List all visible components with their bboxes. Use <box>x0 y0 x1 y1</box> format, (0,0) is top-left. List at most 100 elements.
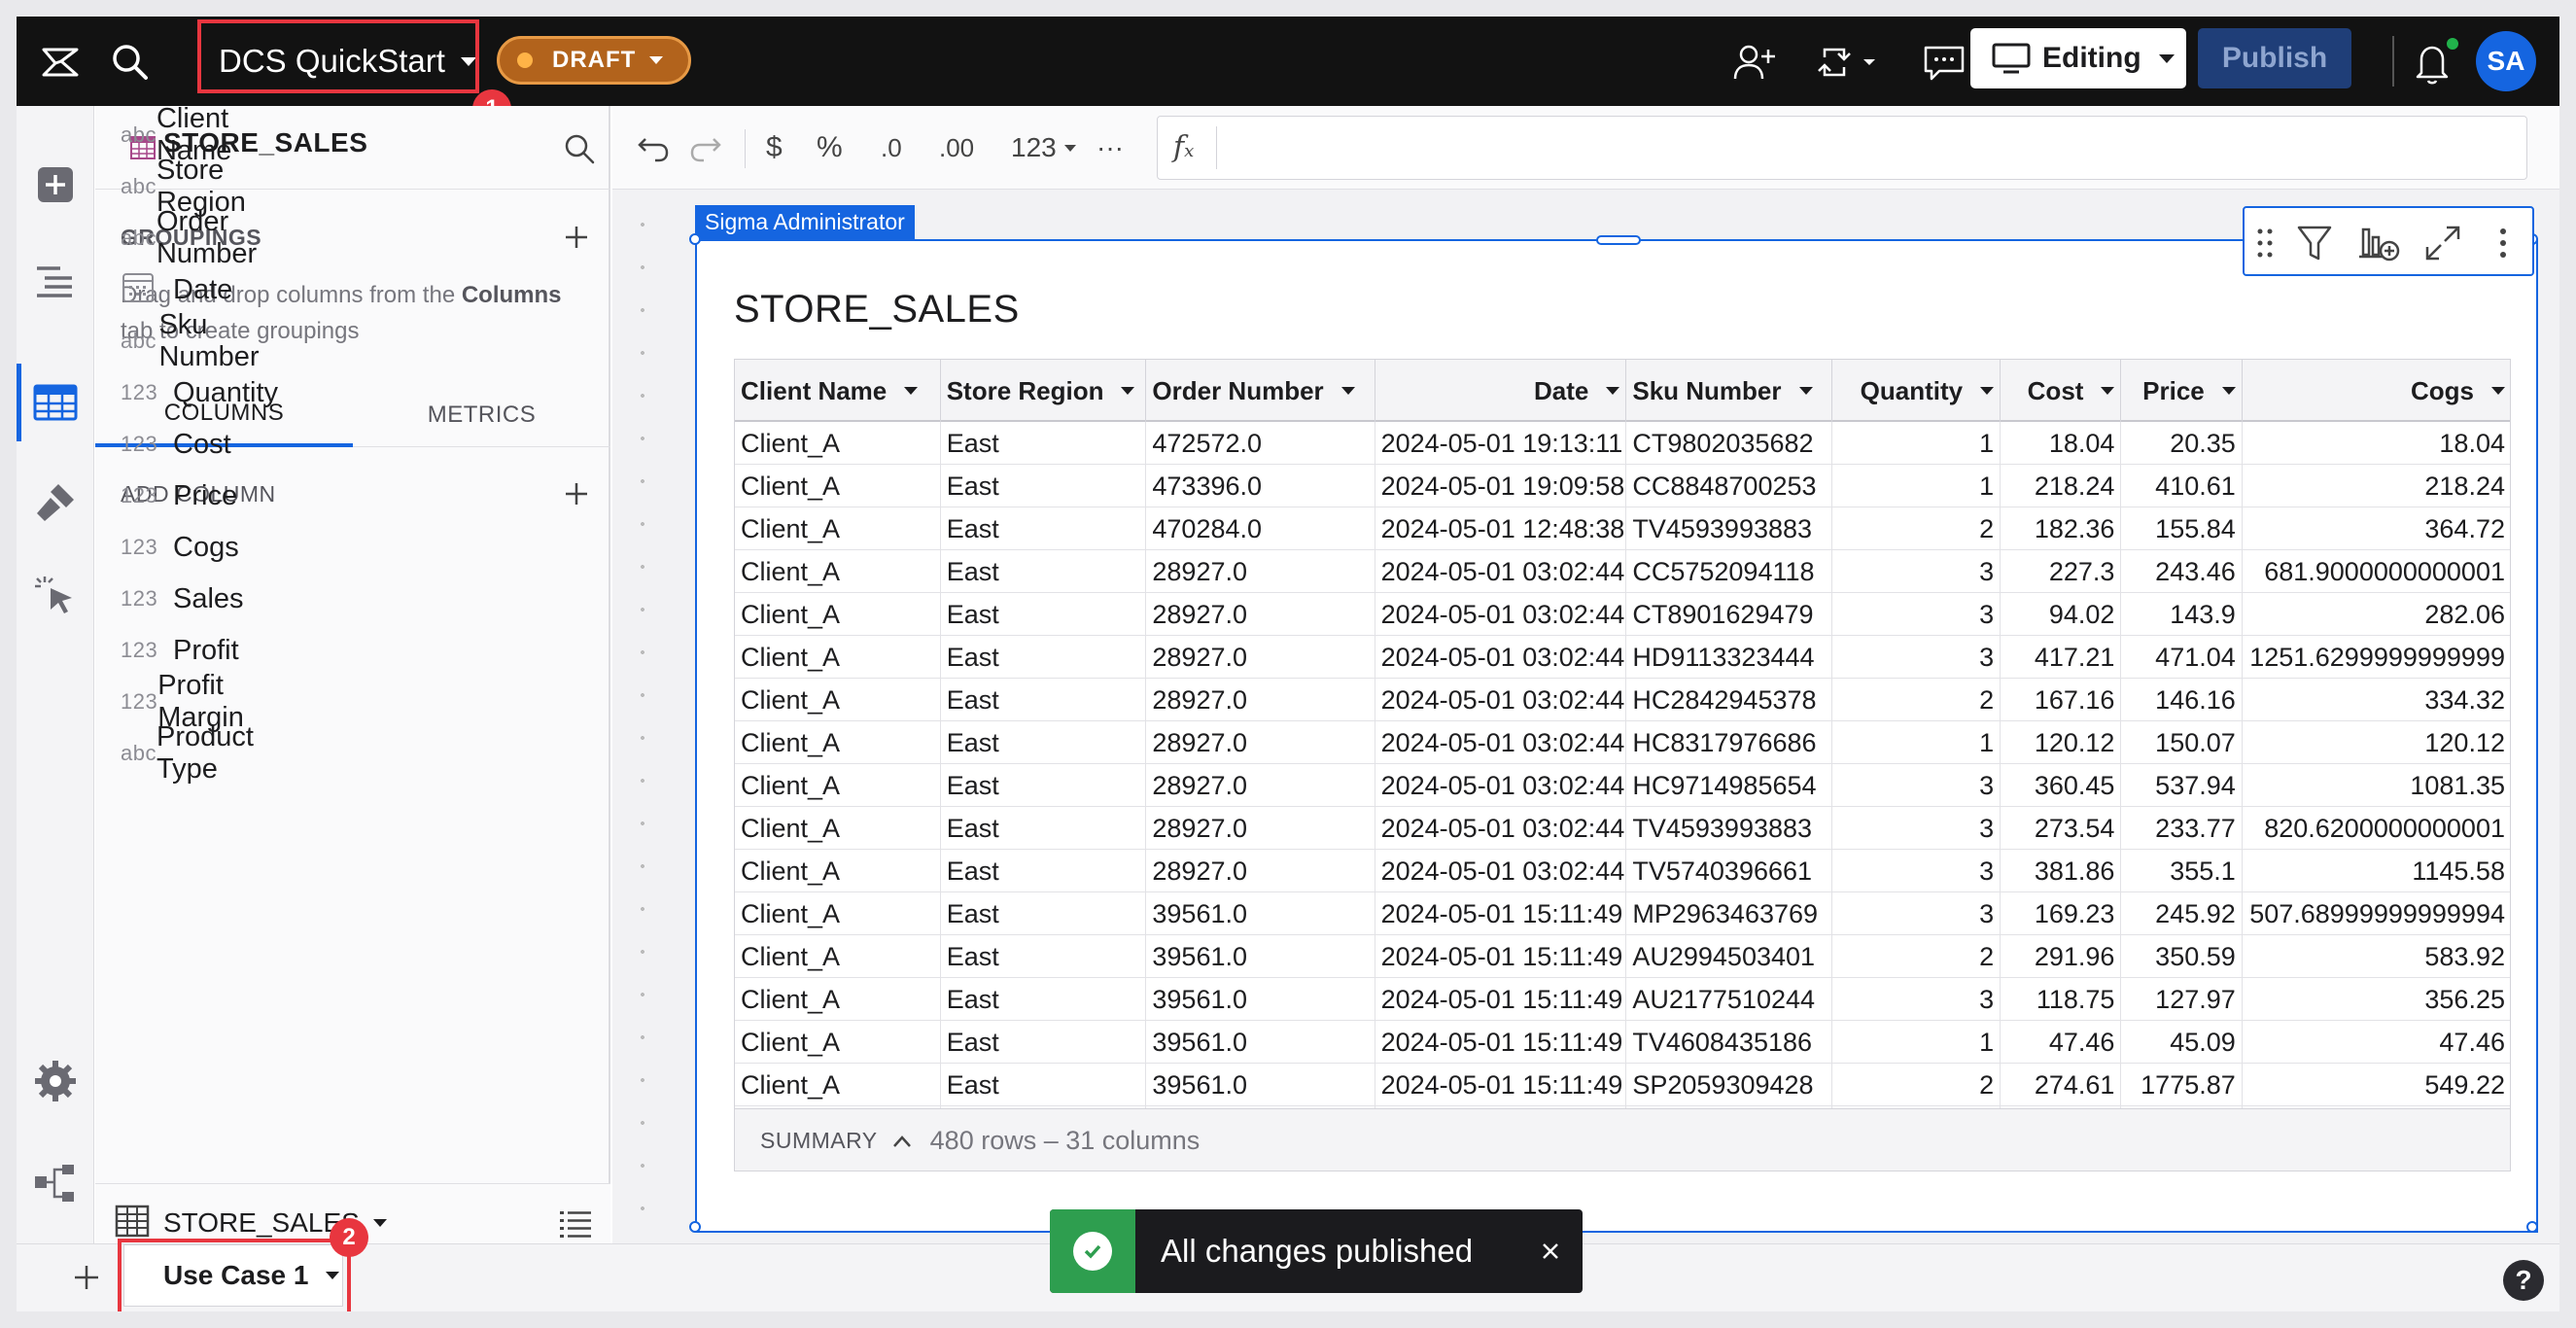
search-icon[interactable] <box>562 131 597 166</box>
table-cell[interactable]: TV4593993883 <box>1626 507 1833 550</box>
column-header[interactable]: Store Region <box>941 360 1147 422</box>
decrease-decimals-button[interactable]: .0 <box>881 123 902 172</box>
table-cell[interactable]: 47.46 <box>2001 1021 2122 1064</box>
table-cell[interactable]: 143.9 <box>2121 593 2243 636</box>
column-header[interactable]: Price <box>2121 360 2243 422</box>
table-cell[interactable]: 356.25 <box>2243 978 2510 1021</box>
table-cell[interactable]: East <box>941 550 1147 593</box>
chevron-down-icon[interactable] <box>1798 387 1813 395</box>
table-cell[interactable]: 355.1 <box>2121 850 2243 892</box>
summary-bar[interactable]: SUMMARY 480 rows – 31 columns <box>735 1108 2510 1171</box>
column-item[interactable]: 123 Profit Margin <box>121 670 260 733</box>
table-cell[interactable]: 28927.0 <box>1146 593 1375 636</box>
table-cell[interactable]: 410.61 <box>2121 465 2243 507</box>
table-cell[interactable]: 2 <box>1832 679 2002 721</box>
table-cell[interactable]: 1081.35 <box>2243 764 2510 807</box>
table-cell[interactable]: East <box>941 507 1147 550</box>
table-cell[interactable]: 2024-05-01 15:11:49 <box>1375 1064 1627 1106</box>
table-cell[interactable]: 2024-05-01 15:11:49 <box>1375 978 1627 1021</box>
table-cell[interactable]: 39561.0 <box>1146 978 1375 1021</box>
actions-cursor-icon[interactable] <box>31 571 80 619</box>
formula-bar[interactable]: fx <box>1157 116 2527 180</box>
table-row[interactable]: Client_A East 39561.0 2024-05-01 15:11:49 AU… <box>735 978 2510 1021</box>
redo-icon[interactable] <box>686 123 725 172</box>
table-cell[interactable]: 1775.87 <box>2121 1064 2243 1106</box>
column-header[interactable]: Order Number <box>1146 360 1375 422</box>
table-cell[interactable]: 583.92 <box>2243 935 2510 978</box>
table-row[interactable]: Client_A East 28927.0 2024-05-01 03:02:44 HC… <box>735 764 2510 807</box>
table-cell[interactable]: 118.75 <box>2001 978 2122 1021</box>
increase-decimals-button[interactable]: .00 <box>939 123 974 172</box>
table-cell[interactable]: AU2177510244 <box>1626 978 1833 1021</box>
table-cell[interactable]: 182.36 <box>2001 507 2122 550</box>
table-cell[interactable]: 245.92 <box>2121 892 2243 935</box>
table-cell[interactable]: HD9113323444 <box>1626 636 1833 679</box>
table-cell[interactable]: 94.02 <box>2001 593 2122 636</box>
column-header[interactable]: Cogs <box>2243 360 2510 422</box>
column-item[interactable]: 123 Sales <box>121 579 244 618</box>
table-row[interactable]: Client_A East 39561.0 2024-05-01 15:11:49 AU… <box>735 935 2510 978</box>
table-element[interactable]: Sigma Administrator STORE_SALES Client N… <box>689 205 2538 1233</box>
add-page-icon[interactable] <box>71 1262 102 1293</box>
table-cell[interactable]: 127.97 <box>2121 978 2243 1021</box>
table-cell[interactable]: 350.59 <box>2121 935 2243 978</box>
table-cell[interactable]: East <box>941 807 1147 850</box>
table-cell[interactable]: Client_A <box>735 636 941 679</box>
table-cell[interactable]: 39561.0 <box>1146 1064 1375 1106</box>
table-cell[interactable]: 2024-05-01 19:13:11 <box>1375 422 1627 465</box>
table-cell[interactable]: East <box>941 593 1147 636</box>
sync-icon[interactable] <box>1815 38 1883 87</box>
mode-dropdown[interactable]: Editing <box>1970 28 2186 88</box>
column-item[interactable]: 123 Cogs <box>121 528 239 567</box>
table-cell[interactable]: TV5740396661 <box>1626 850 1833 892</box>
column-item[interactable]: abc Product Type <box>121 721 270 785</box>
table-cell[interactable]: 1 <box>1832 422 2002 465</box>
table-cell[interactable]: 681.9000000000001 <box>2243 550 2510 593</box>
table-cell[interactable]: 243.46 <box>2121 550 2243 593</box>
chevron-down-icon[interactable] <box>2101 387 2115 395</box>
table-row[interactable]: Client_A East 28927.0 2024-05-01 03:02:44 HC… <box>735 721 2510 764</box>
table-cell[interactable]: 3 <box>1832 807 2002 850</box>
table-cell[interactable]: 2 <box>1832 507 2002 550</box>
table-cell[interactable]: East <box>941 978 1147 1021</box>
column-item[interactable]: 123 Cost <box>121 425 231 464</box>
table-cell[interactable]: Client_A <box>735 721 941 764</box>
filter-icon[interactable] <box>2295 222 2334 264</box>
table-cell[interactable]: AU2994503401 <box>1626 935 1833 978</box>
table-cell[interactable]: East <box>941 850 1147 892</box>
more-vertical-icon[interactable] <box>2493 224 2513 262</box>
table-cell[interactable]: 146.16 <box>2121 679 2243 721</box>
currency-format-button[interactable]: $ <box>766 123 783 172</box>
column-header[interactable]: Date <box>1375 360 1627 422</box>
table-cell[interactable]: CC5752094118 <box>1626 550 1833 593</box>
table-cell[interactable]: 2024-05-01 15:11:49 <box>1375 892 1627 935</box>
table-row[interactable]: Client_A East 39561.0 2024-05-01 15:11:49 SP… <box>735 1064 2510 1106</box>
table-cell[interactable]: CT8901629479 <box>1626 593 1833 636</box>
table-cell[interactable]: 3 <box>1832 850 2002 892</box>
table-cell[interactable]: MP2963463769 <box>1626 892 1833 935</box>
table-cell[interactable]: 120.12 <box>2243 721 2510 764</box>
add-grouping-icon[interactable] <box>562 223 591 252</box>
table-cell[interactable]: 2024-05-01 15:11:49 <box>1375 1021 1627 1064</box>
table-cell[interactable]: 2024-05-01 12:48:38 <box>1375 507 1627 550</box>
table-cell[interactable]: 334.32 <box>2243 679 2510 721</box>
table-cell[interactable]: 2 <box>1832 935 2002 978</box>
chevron-down-icon[interactable] <box>904 387 919 395</box>
percent-format-button[interactable]: % <box>817 123 843 172</box>
table-cell[interactable]: 274.61 <box>2001 1064 2122 1106</box>
column-item[interactable]: 123 Profit <box>121 631 239 670</box>
table-cell[interactable]: Client_A <box>735 1064 941 1106</box>
table-cell[interactable]: Client_A <box>735 1021 941 1064</box>
table-cell[interactable]: 282.06 <box>2243 593 2510 636</box>
add-user-icon[interactable] <box>1729 38 1778 87</box>
table-cell[interactable]: 360.45 <box>2001 764 2122 807</box>
number-format-dropdown[interactable]: 123 <box>1011 123 1076 172</box>
table-cell[interactable]: Client_A <box>735 764 941 807</box>
table-cell[interactable]: 820.6200000000001 <box>2243 807 2510 850</box>
undo-icon[interactable] <box>634 123 673 172</box>
table-cell[interactable]: 1 <box>1832 1021 2002 1064</box>
table-cell[interactable]: 473396.0 <box>1146 465 1375 507</box>
column-item[interactable]: 123 Quantity <box>121 373 278 412</box>
list-view-icon[interactable] <box>558 1207 593 1239</box>
table-cell[interactable]: 39561.0 <box>1146 935 1375 978</box>
